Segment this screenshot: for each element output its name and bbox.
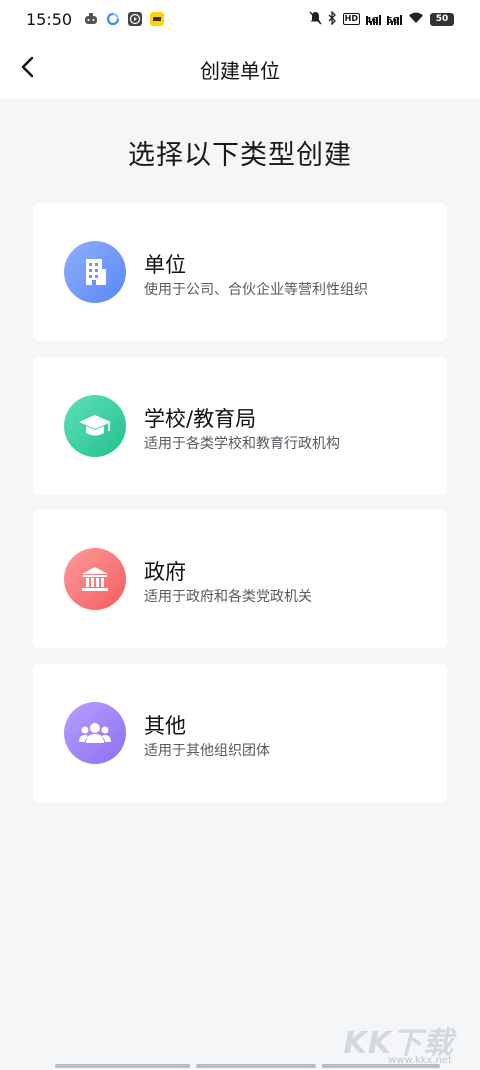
nav-bar: 创建单位 [0,38,480,98]
government-building-icon [64,548,126,610]
wifi-icon [408,12,424,27]
home-indicator [196,1064,316,1068]
browser-icon [106,12,120,26]
meituan-icon [150,12,165,26]
signal-5g-icon: 5G [387,13,402,25]
option-card-government[interactable]: 政府 适用于政府和各类党政机关 [33,510,447,648]
signal-4g-icon: 4G [366,13,381,25]
option-title: 单位 [144,253,186,277]
option-title: 其他 [144,714,186,738]
page-title: 创建单位 [200,59,280,83]
option-description: 使用于公司、合伙企业等营利性组织 [144,282,368,298]
status-right: HD 4G 5G 50 [309,9,454,28]
bluetooth-icon [328,9,337,28]
status-left: 15:50 [26,9,165,29]
home-indicator [322,1064,440,1068]
option-card-company[interactable]: 单位 使用于公司、合伙企业等营利性组织 [33,203,447,341]
option-card-school[interactable]: 学校/教育局 适用于各类学校和教育行政机构 [33,357,447,495]
signal-5g-label: 5G [387,16,399,25]
signal-4g-label: 4G [366,16,378,25]
option-description: 适用于其他组织团体 [144,743,270,759]
home-indicator [55,1064,190,1068]
option-description: 适用于各类学校和教育行政机构 [144,436,340,452]
building-icon [64,241,126,303]
option-title: 学校/教育局 [144,407,257,431]
graduation-cap-icon [64,395,126,457]
option-title: 政府 [144,560,186,584]
game-controller-icon [84,12,98,26]
mute-bell-icon [309,11,322,28]
video-player-icon [128,12,143,26]
section-heading: 选择以下类型创建 [128,140,352,171]
option-description: 适用于政府和各类党政机关 [144,589,312,605]
hd-badge: HD [342,13,360,25]
option-card-other[interactable]: 其他 适用于其他组织团体 [33,664,447,802]
battery-indicator: 50 [430,12,454,26]
status-time: 15:50 [26,9,73,29]
status-bar: 15:50 HD 4G 5G 50 [0,0,480,38]
group-icon [64,702,126,764]
